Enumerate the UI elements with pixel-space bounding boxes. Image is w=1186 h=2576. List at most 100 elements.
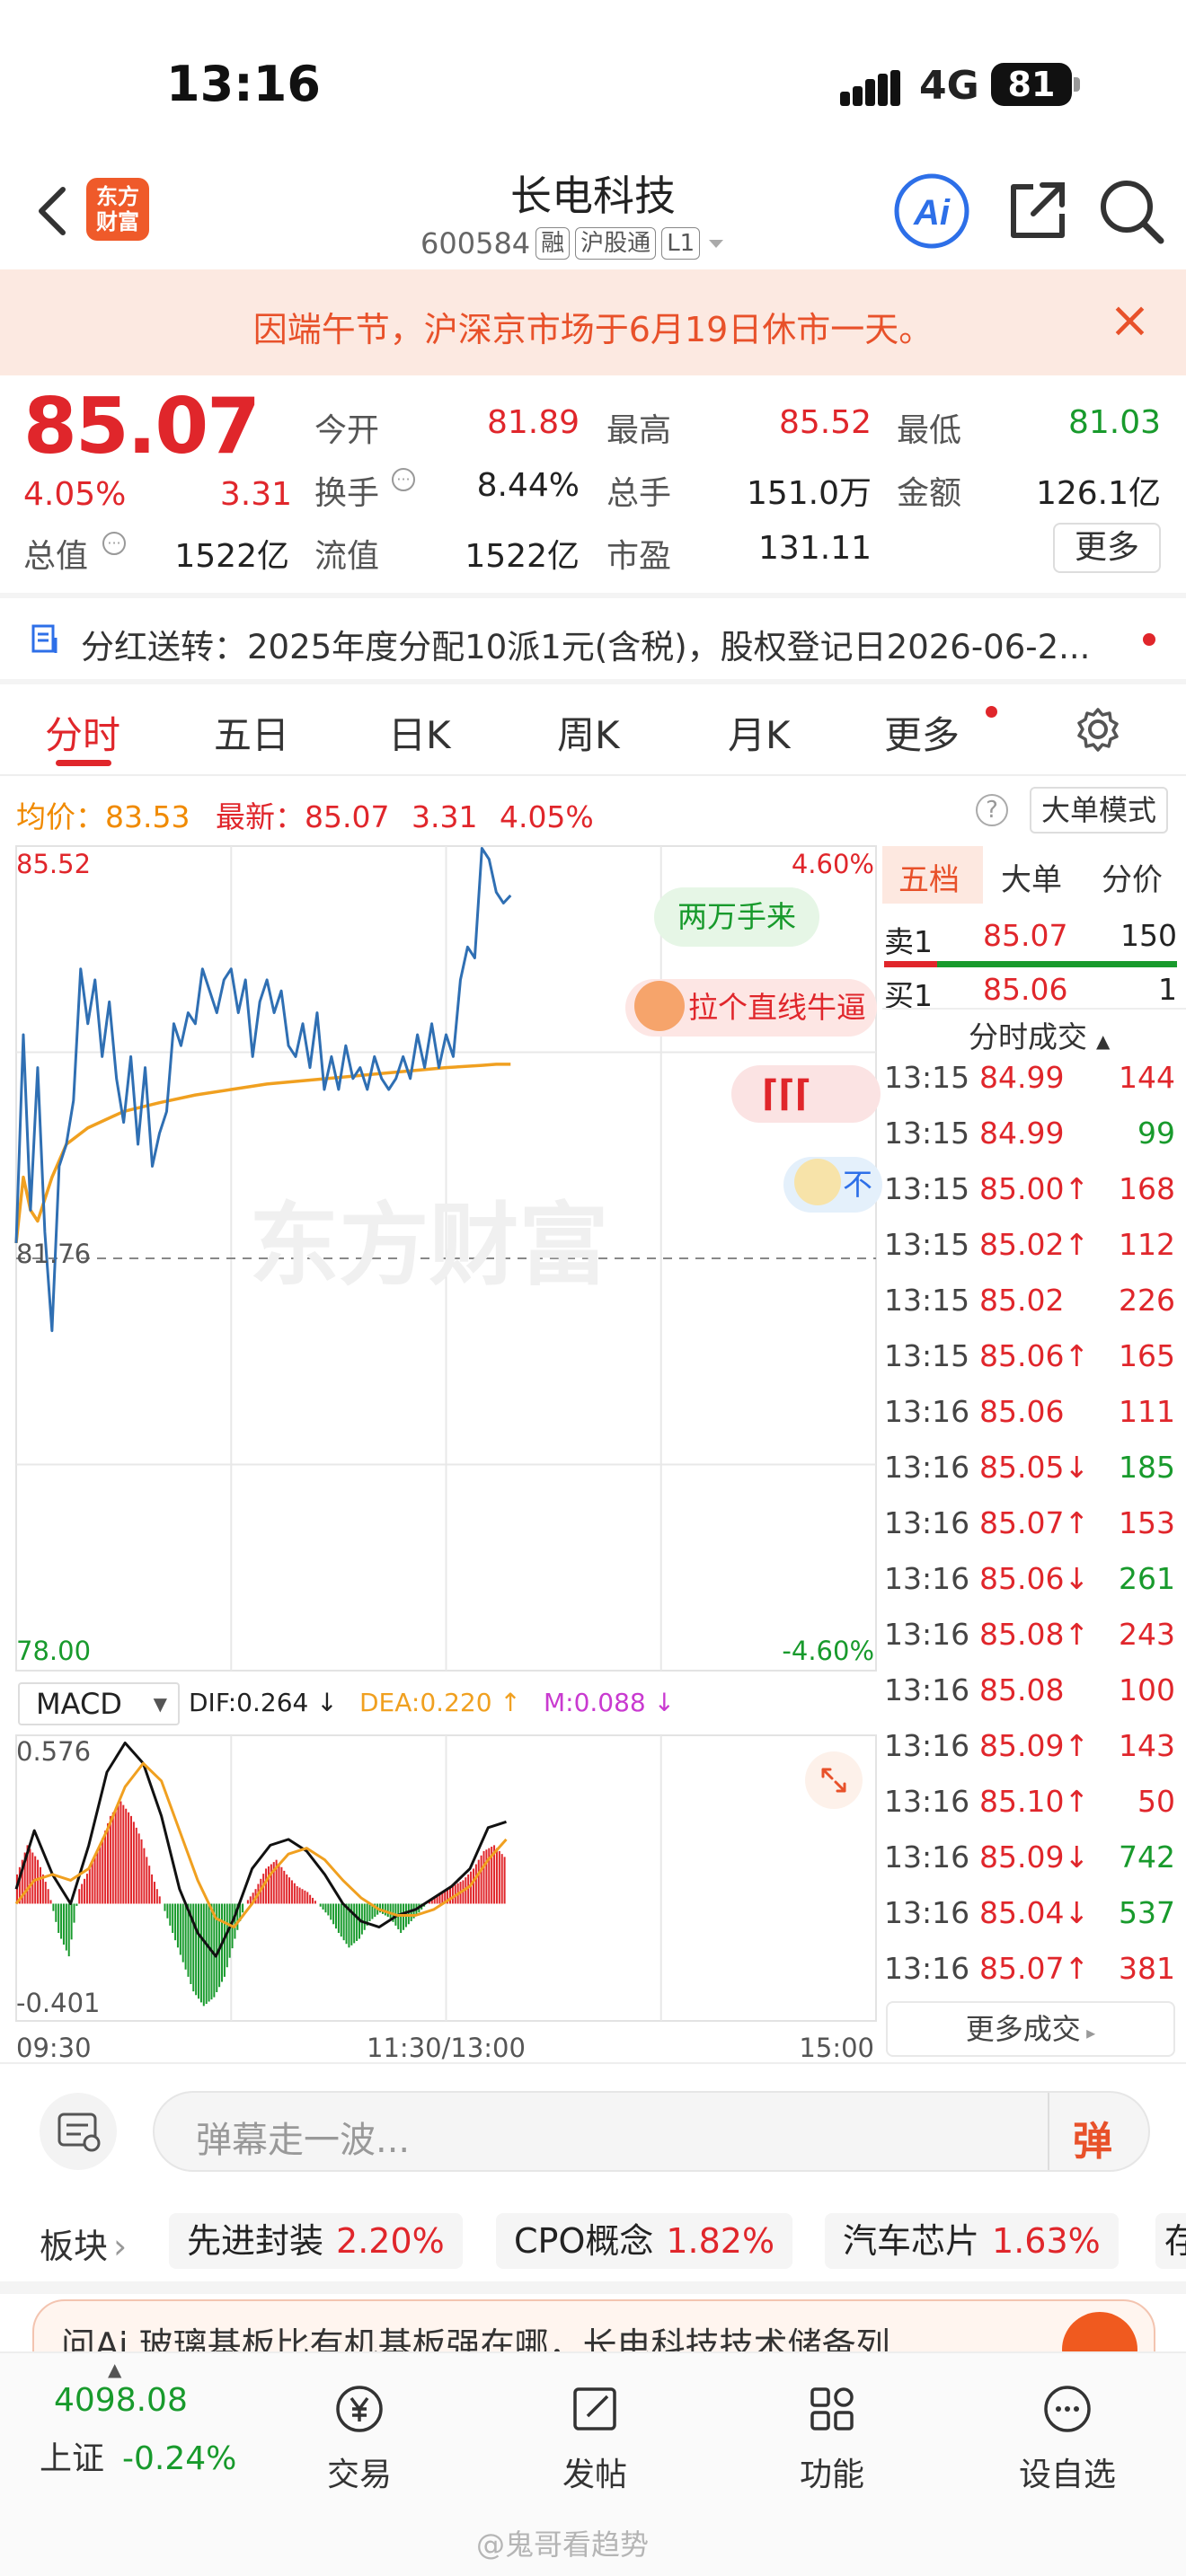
order-ratio-bar (884, 961, 1177, 967)
stock-code: 600584 (420, 226, 531, 260)
nav-add-watchlist[interactable]: 设自选 (996, 2380, 1139, 2495)
y-right-label-bottom: -4.60% (782, 1636, 874, 1666)
danmaku-send-button[interactable]: 弹 (1073, 2109, 1112, 2166)
info-icon[interactable]: ··· (390, 466, 417, 493)
tag-level: L1 (661, 227, 701, 260)
tick-deal-row: 13:15 84.99 144 (882, 1060, 1179, 1116)
yen-icon (336, 2386, 383, 2432)
expand-icon[interactable] (805, 1751, 863, 1809)
sector-chip[interactable]: 先进封装 2.20% (169, 2213, 463, 2269)
deal-price: 84.99 (979, 1116, 1065, 1151)
tab-price-distribution[interactable]: 分价 (1102, 855, 1163, 899)
high-label: 最高 (606, 412, 672, 449)
turnover-label: 换手 (314, 475, 380, 512)
close-icon[interactable]: × (1109, 291, 1151, 349)
change-pct: 4.05% (23, 476, 127, 513)
status-bar: 13:16 4G 81 (0, 0, 1186, 162)
danmaku-settings-icon[interactable] (40, 2093, 117, 2170)
holiday-notice-banner[interactable]: 因端午节，沪深京市场于6月19日休市一天。 × (0, 269, 1186, 375)
tab-order-book[interactable]: 五档 (898, 855, 960, 899)
deal-price: 85.04↓ (979, 1895, 1090, 1930)
dividend-info[interactable]: 分红送转：2025年度分配10派1元(含税)，股权登记日2026-06-2... (81, 620, 1090, 668)
sector-label[interactable]: 板块 › (40, 2219, 127, 2268)
deal-price: 85.02 (979, 1283, 1065, 1318)
sell1-volume: 150 (1120, 918, 1177, 953)
tab-five-day[interactable]: 五日 (214, 705, 289, 760)
sell1-label: 卖1 (884, 924, 933, 959)
deals-title[interactable]: 分时成交 ▲ (969, 1013, 1110, 1056)
buy1-price: 85.06 (983, 972, 1068, 1007)
deal-volume: 226 (1119, 1283, 1175, 1318)
tab-intraday[interactable]: 分时 (45, 705, 120, 760)
tab-big-orders[interactable]: 大单 (1001, 855, 1062, 899)
deal-volume: 381 (1119, 1951, 1175, 1986)
sector-bar: 板块 › 先进封装 2.20% CPO概念 1.82% 汽车芯片 1.63% 存 (0, 2199, 1186, 2283)
tab-daily-k[interactable]: 日K (388, 705, 451, 760)
more-quote-button[interactable]: 更多 (1053, 523, 1161, 573)
more-deals-button[interactable]: 更多成交 ▸ (886, 2001, 1175, 2057)
low-label: 最低 (897, 412, 962, 449)
deal-price: 85.05↓ (979, 1450, 1090, 1485)
big-order-mode-button[interactable]: 大单模式 (1030, 787, 1168, 834)
deal-volume: 168 (1119, 1171, 1175, 1206)
tick-deal-row: 13:16 85.04↓ 537 (882, 1895, 1179, 1951)
tick-deal-row: 13:16 85.10↑ 50 (882, 1784, 1179, 1839)
search-icon[interactable] (1093, 172, 1170, 250)
tick-deal-row: 13:16 85.06↓ 261 (882, 1561, 1179, 1617)
deal-time: 13:16 (884, 1672, 970, 1707)
tick-deal-row: 13:16 85.08↑ 243 (882, 1617, 1179, 1672)
danmaku-chip[interactable]: ⌈⌈⌈ (731, 1065, 881, 1123)
low-value: 81.03 (1067, 404, 1161, 441)
deal-volume: 153 (1119, 1505, 1175, 1540)
deal-time: 13:16 (884, 1895, 970, 1930)
danmaku-input[interactable]: 弹幕走一波... 弹 (153, 2091, 1150, 2172)
help-icon[interactable]: ? (976, 794, 1008, 826)
chevron-down-icon (709, 240, 724, 248)
tick-deal-row: 13:16 85.07↑ 153 (882, 1505, 1179, 1561)
macd-dif: DIF:0.264 ↓ (189, 1688, 338, 1717)
price-summary-line: 均价：83.53 最新：85.07 3.31 4.05% (16, 799, 594, 834)
tab-monthly-k[interactable]: 月K (728, 705, 791, 760)
more-circle-icon (1044, 2386, 1091, 2432)
float-mv-label: 流值 (314, 538, 380, 575)
tab-more[interactable]: 更多 (884, 705, 960, 760)
deal-price: 85.09↓ (979, 1839, 1090, 1875)
deal-time: 13:15 (884, 1116, 970, 1151)
ai-icon[interactable]: Ai (893, 172, 970, 250)
gear-icon[interactable] (1075, 706, 1121, 753)
x-label-open: 09:30 (16, 2033, 92, 2061)
active-tab-indicator (56, 760, 111, 766)
x-label-midday: 11:30/13:00 (367, 2033, 526, 2061)
change-amount: 3.31 (219, 476, 292, 513)
nav-post[interactable]: 发帖 (523, 2380, 667, 2495)
amount-label: 金额 (897, 475, 962, 512)
sector-chip[interactable]: 存 (1155, 2213, 1186, 2269)
sector-chip[interactable]: 汽车芯片 1.63% (825, 2213, 1119, 2269)
tick-deal-row: 13:15 85.06↑ 165 (882, 1338, 1179, 1394)
index-value[interactable]: 4098.08 (54, 2382, 188, 2419)
info-icon[interactable]: ··· (101, 530, 128, 557)
macd-y-bottom: -0.401 (16, 1988, 101, 2018)
svg-text:···: ··· (107, 534, 120, 551)
share-icon[interactable] (997, 172, 1075, 250)
deal-time: 13:15 (884, 1338, 970, 1373)
deal-volume: 243 (1119, 1617, 1175, 1652)
nav-functions[interactable]: 功能 (760, 2380, 904, 2495)
sector-chip[interactable]: CPO概念 1.82% (496, 2213, 793, 2269)
deal-volume: 537 (1119, 1895, 1175, 1930)
network-type: 4G (919, 63, 979, 109)
tick-deal-row: 13:15 85.00↑ 168 (882, 1171, 1179, 1227)
battery-icon: 81 (991, 63, 1072, 106)
danmaku-chip[interactable]: 两万手来 (654, 887, 819, 947)
tick-deal-row: 13:16 85.07↑ 381 (882, 1951, 1179, 2007)
nav-trade[interactable]: 交易 (288, 2380, 431, 2495)
indicator-select[interactable]: MACD ▼ (18, 1682, 180, 1725)
stock-code-row[interactable]: 600584 融 沪股通 L1 (420, 225, 727, 262)
deal-volume: 742 (1119, 1839, 1175, 1875)
index-ticker[interactable]: 上证 -0.24% (40, 2432, 236, 2479)
deal-price: 85.07↑ (979, 1505, 1090, 1540)
volume-label: 总手 (606, 475, 672, 512)
tick-deal-row: 13:16 85.09↑ 143 (882, 1728, 1179, 1784)
tab-weekly-k[interactable]: 周K (557, 705, 620, 760)
macd-m: M:0.088 ↓ (544, 1688, 676, 1717)
